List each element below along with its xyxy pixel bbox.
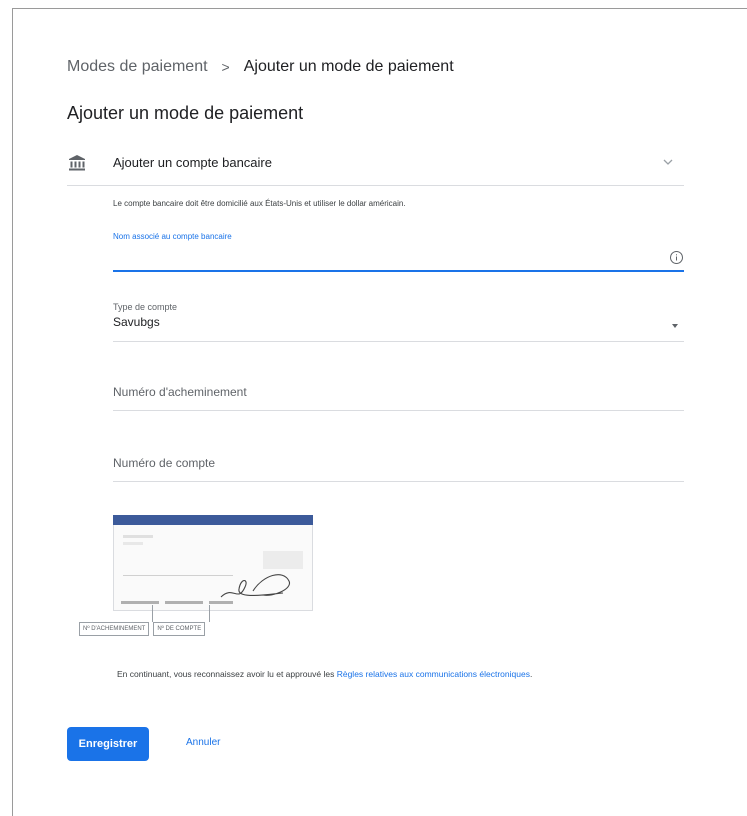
info-icon[interactable] bbox=[669, 250, 684, 265]
section-label: Ajouter un compte bancaire bbox=[113, 155, 272, 170]
account-number-placeholder: Numéro de compte bbox=[113, 456, 216, 470]
breadcrumb: Modes de paiement > Ajouter un mode de p… bbox=[67, 58, 454, 76]
consent-text: En continuant, vous reconnaissez avoir l… bbox=[117, 669, 532, 679]
account-type-label: Type de compte bbox=[113, 302, 178, 312]
check-illustration bbox=[113, 515, 313, 611]
routing-number-underline bbox=[113, 410, 684, 411]
cancel-button[interactable]: Annuler bbox=[186, 737, 220, 748]
account-holder-name-label: Nom associé au compte bancaire bbox=[113, 232, 232, 241]
routing-number-placeholder: Numéro d'acheminement bbox=[113, 385, 247, 399]
account-type-select[interactable]: Type de compte Savubgs bbox=[113, 302, 684, 342]
consent-prefix: En continuant, vous reconnaissez avoir l… bbox=[117, 669, 337, 679]
account-number-check-label: Nº DE COMPTE bbox=[153, 622, 206, 636]
account-number-input[interactable]: Numéro de compte bbox=[113, 456, 684, 482]
account-connector-line bbox=[209, 605, 210, 622]
dropdown-arrow-icon[interactable] bbox=[672, 324, 678, 328]
consent-end: . bbox=[529, 669, 533, 679]
account-number-underline bbox=[113, 481, 684, 482]
page-title: Ajouter un mode de paiement bbox=[67, 103, 304, 123]
routing-number-input[interactable]: Numéro d'acheminement bbox=[113, 385, 684, 411]
account-holder-name-underline bbox=[113, 270, 684, 272]
breadcrumb-current: Ajouter un mode de paiement bbox=[243, 58, 454, 75]
save-button[interactable]: Enregistrer bbox=[67, 727, 149, 761]
bank-icon bbox=[69, 154, 85, 170]
account-type-underline bbox=[113, 341, 684, 342]
check-labels: Nº D'ACHEMINEMENT Nº DE COMPTE bbox=[79, 622, 206, 636]
bank-account-notice: Le compte bancaire doit être domicilié a… bbox=[113, 199, 406, 208]
electronic-communications-link[interactable]: Règles relatives aux communications élec… bbox=[337, 669, 530, 679]
routing-connector-line bbox=[152, 605, 153, 622]
add-bank-account-section-header[interactable]: Ajouter un compte bancaire bbox=[67, 140, 684, 186]
routing-number-check-label: Nº D'ACHEMINEMENT bbox=[79, 622, 150, 636]
breadcrumb-separator: > bbox=[221, 59, 230, 75]
account-holder-name-field[interactable]: Nom associé au compte bancaire bbox=[113, 232, 684, 272]
chevron-down-icon[interactable] bbox=[660, 154, 676, 170]
page-frame bbox=[12, 8, 747, 816]
breadcrumb-parent-link[interactable]: Modes de paiement bbox=[67, 58, 208, 76]
account-type-value: Savubgs bbox=[113, 315, 160, 329]
